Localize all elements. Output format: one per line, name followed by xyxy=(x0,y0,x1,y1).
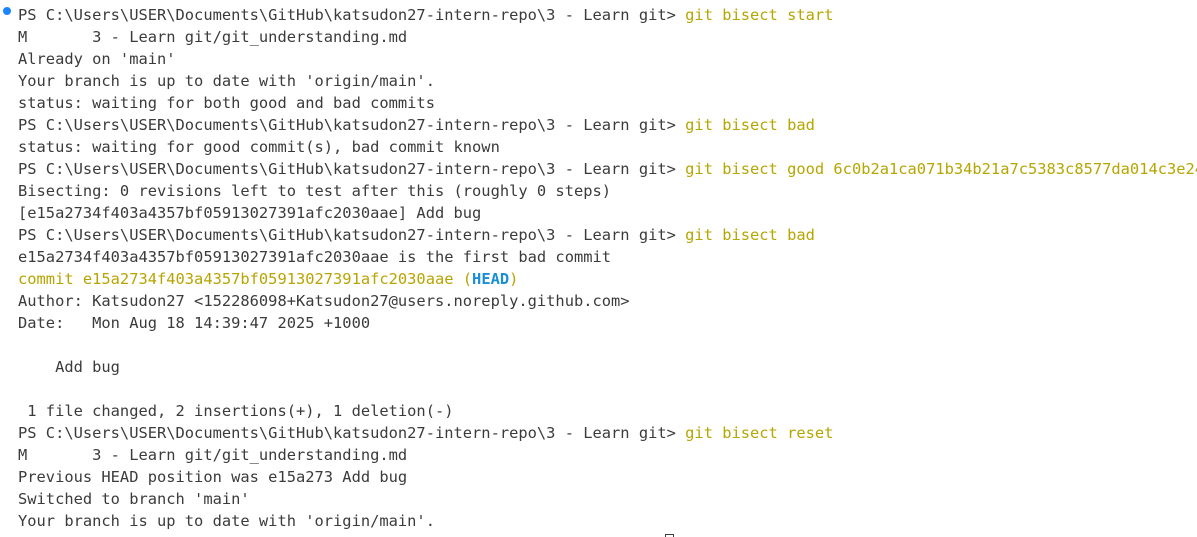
command-text: git bisect start xyxy=(685,6,834,24)
prompt-path: PS C:\Users\USER\Documents\GitHub\katsud… xyxy=(18,226,686,244)
output-line: 1 file changed, 2 insertions(+), 1 delet… xyxy=(18,402,454,420)
output-line: M 3 - Learn git/git_understanding.md xyxy=(18,28,408,46)
prompt-line: PS C:\Users\USER\Documents\GitHub\katsud… xyxy=(18,114,815,136)
prompt-line: PS C:\Users\USER\Documents\GitHub\katsud… xyxy=(18,4,833,26)
command-text: git bisect bad xyxy=(685,226,815,244)
commit-line: commit e15a2734f403a4357bf05913027391afc… xyxy=(18,268,518,290)
prompt-path: PS C:\Users\USER\Documents\GitHub\katsud… xyxy=(18,6,686,24)
prompt-path: PS C:\Users\USER\Documents\GitHub\katsud… xyxy=(18,160,686,178)
prompt-line: PS C:\Users\USER\Documents\GitHub\katsud… xyxy=(18,158,1197,180)
output-line: Author: Katsudon27 <152286098+Katsudon27… xyxy=(18,292,630,310)
output-line: Switched to branch 'main' xyxy=(18,490,250,508)
prompt-line: PS C:\Users\USER\Documents\GitHub\katsud… xyxy=(18,224,815,246)
output-line: status: waiting for both good and bad co… xyxy=(18,94,435,112)
output-line: Previous HEAD position was e15a273 Add b… xyxy=(18,468,408,486)
output-line: M 3 - Learn git/git_understanding.md xyxy=(18,446,408,464)
output-line: Bisecting: 0 revisions left to test afte… xyxy=(18,182,612,200)
output-line: status: waiting for good commit(s), bad … xyxy=(18,138,500,156)
prompt-path: PS C:\Users\USER\Documents\GitHub\katsud… xyxy=(18,116,686,134)
output-line: e15a2734f403a4357bf05913027391afc2030aae… xyxy=(18,248,612,266)
output-line: Your branch is up to date with 'origin/m… xyxy=(18,512,435,530)
commit-paren: ) xyxy=(509,270,519,288)
output-line: Add bug xyxy=(18,358,120,376)
head-label: HEAD xyxy=(472,270,510,288)
output-line: Already on 'main' xyxy=(18,50,176,68)
prompt-path: PS C:\Users\USER\Documents\GitHub\katsud… xyxy=(18,424,686,442)
command-status-dot-icon[interactable] xyxy=(3,7,11,15)
command-text: git bisect bad xyxy=(685,116,815,134)
prompt-line: PS C:\Users\USER\Documents\GitHub\katsud… xyxy=(18,422,833,444)
output-line: Date: Mon Aug 18 14:39:47 2025 +1000 xyxy=(18,314,371,332)
command-text: git bisect good 6c0b2a1ca071b34b21a7c538… xyxy=(685,160,1197,178)
output-line: [e15a2734f403a4357bf05913027391afc2030aa… xyxy=(18,204,482,222)
terminal-panel[interactable]: PS C:\Users\USER\Documents\GitHub\katsud… xyxy=(0,0,1197,537)
command-text: git bisect reset xyxy=(685,424,834,442)
commit-hash-text: commit e15a2734f403a4357bf05913027391afc… xyxy=(18,270,473,288)
output-line: Your branch is up to date with 'origin/m… xyxy=(18,72,435,90)
